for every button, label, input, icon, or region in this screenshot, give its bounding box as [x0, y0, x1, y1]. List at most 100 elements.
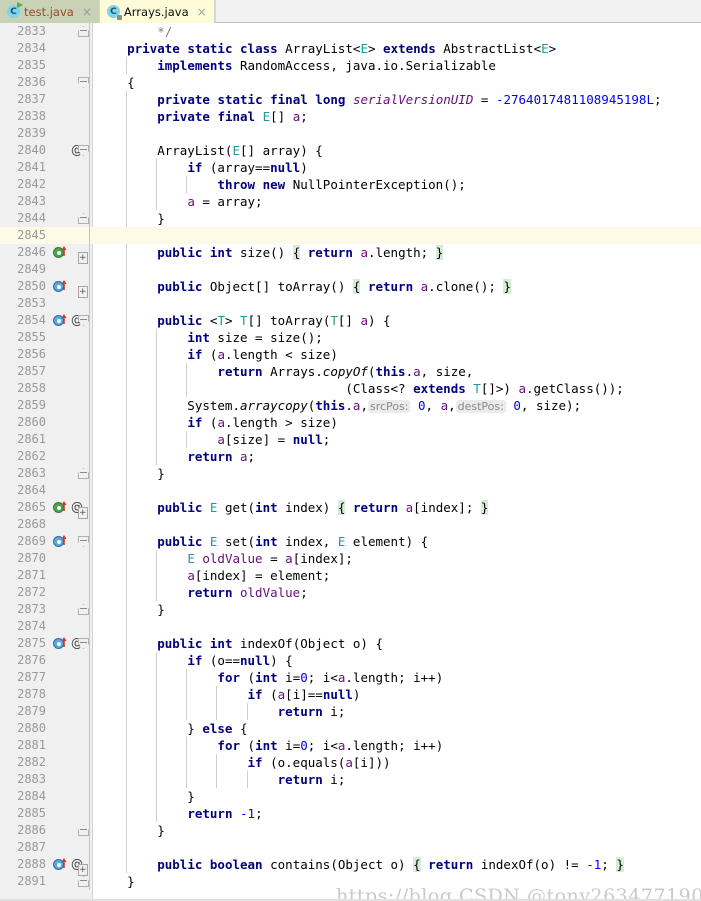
code-line[interactable]: 2869 public E set(int index, E element) … — [0, 533, 701, 550]
code-editor[interactable]: 2833 */2834 private static class ArrayLi… — [0, 23, 701, 901]
code-text[interactable]: return a; — [93, 448, 701, 465]
code-line[interactable]: 2843 a = array; — [0, 193, 701, 210]
code-line[interactable]: 2873 } — [0, 601, 701, 618]
code-line[interactable]: 2883 return i; — [0, 771, 701, 788]
code-line[interactable]: 2884 } — [0, 788, 701, 805]
code-line[interactable]: 2868 — [0, 516, 701, 533]
code-text[interactable]: } else { — [93, 720, 701, 737]
code-line[interactable]: 2855 int size = size(); — [0, 329, 701, 346]
code-line[interactable]: 2874 — [0, 618, 701, 635]
code-line[interactable]: 2880 } else { — [0, 720, 701, 737]
fold-collapse-end-icon[interactable] — [78, 876, 89, 887]
code-line[interactable]: 2846 + public int size() { return a.lengt… — [0, 244, 701, 264]
code-line[interactable]: 2856 if (a.length < size) — [0, 346, 701, 363]
code-text[interactable]: for (int i=0; i<a.length; i++) — [93, 737, 701, 754]
code-line[interactable]: 2850 + public Object[] toArray() { return… — [0, 278, 701, 298]
fold-expand-icon[interactable]: + — [78, 859, 89, 876]
code-text[interactable]: public boolean contains(Object o) { retu… — [93, 856, 701, 873]
tab-test-java[interactable]: C test.java × — [0, 0, 100, 23]
code-text[interactable]: a[size] = null; — [93, 431, 701, 448]
fold-collapse-start-icon[interactable] — [78, 638, 89, 649]
fold-collapse-end-icon[interactable] — [78, 825, 89, 836]
fold-collapse-start-icon[interactable] — [78, 145, 89, 156]
code-text[interactable]: } — [93, 601, 701, 618]
code-text[interactable]: public Object[] toArray() { return a.clo… — [93, 278, 701, 295]
code-line[interactable]: 2854 @ public <T> T[] toArray(T[] a) { — [0, 312, 701, 329]
code-text[interactable]: } — [93, 788, 701, 805]
code-line[interactable]: 2849 — [0, 261, 701, 278]
tab-arrays-java[interactable]: C Arrays.java × — [99, 0, 215, 23]
code-line[interactable]: 2836 { — [0, 74, 701, 91]
fold-collapse-end-icon[interactable] — [78, 604, 89, 615]
code-text[interactable]: return Arrays.copyOf(this.a, size, — [93, 363, 701, 380]
code-line[interactable]: 2871 a[index] = element; — [0, 567, 701, 584]
code-line[interactable]: 2886 } — [0, 822, 701, 839]
code-line[interactable]: 2865 @ + public E get(int index) { return … — [0, 499, 701, 519]
code-line[interactable]: 2833 */ — [0, 23, 701, 40]
code-line[interactable]: 2885 return -1; — [0, 805, 701, 822]
code-line[interactable]: 2839 — [0, 125, 701, 142]
implementing-method-icon[interactable] — [53, 246, 67, 259]
code-text[interactable]: for (int i=0; i<a.length; i++) — [93, 669, 701, 686]
code-text[interactable]: */ — [93, 23, 701, 40]
code-text[interactable]: a[index] = element; — [93, 567, 701, 584]
code-line[interactable]: 2861 a[size] = null; — [0, 431, 701, 448]
code-line[interactable]: 2840 @ ArrayList(E[] array) { — [0, 142, 701, 159]
code-line[interactable]: 2860 if (a.length > size) — [0, 414, 701, 431]
code-text[interactable]: public int indexOf(Object o) { — [93, 635, 701, 652]
code-line[interactable]: 2858 (Class<? extends T[]>) a.getClass()… — [0, 380, 701, 397]
code-line[interactable]: 2872 return oldValue; — [0, 584, 701, 601]
fold-collapse-start-icon[interactable] — [78, 315, 89, 326]
code-line[interactable]: 2887 — [0, 839, 701, 856]
code-line[interactable]: 2853 — [0, 295, 701, 312]
code-text[interactable]: private final E[] a; — [93, 108, 701, 125]
code-text[interactable]: return i; — [93, 771, 701, 788]
implementing-method-icon[interactable] — [53, 501, 67, 514]
code-line[interactable]: 2875 @ public int indexOf(Object o) { — [0, 635, 701, 652]
code-text[interactable]: public int size() { return a.length; } — [93, 244, 701, 261]
tab-close-icon[interactable]: × — [81, 6, 93, 18]
code-text[interactable]: E oldValue = a[index]; — [93, 550, 701, 567]
code-lines-container[interactable]: 2833 */2834 private static class ArrayLi… — [0, 23, 701, 901]
code-line[interactable]: 2845 — [0, 227, 701, 244]
code-line[interactable]: 2835 implements RandomAccess, java.io.Se… — [0, 57, 701, 74]
code-text[interactable]: { — [93, 74, 701, 91]
overriding-method-icon[interactable] — [53, 280, 67, 293]
code-text[interactable]: a = array; — [93, 193, 701, 210]
code-line[interactable]: 2857 return Arrays.copyOf(this.a, size, — [0, 363, 701, 380]
code-line[interactable]: 2838 private final E[] a; — [0, 108, 701, 125]
code-line[interactable]: 2862 return a; — [0, 448, 701, 465]
code-text[interactable]: return i; — [93, 703, 701, 720]
fold-expand-icon[interactable]: + — [78, 502, 89, 519]
code-text[interactable]: ArrayList(E[] array) { — [93, 142, 701, 159]
overriding-method-icon[interactable] — [53, 858, 67, 871]
code-text[interactable]: if (a[i]==null) — [93, 686, 701, 703]
code-line[interactable]: 2834 private static class ArrayList<E> e… — [0, 40, 701, 57]
code-text[interactable]: if (a.length > size) — [93, 414, 701, 431]
code-text[interactable]: if (a.length < size) — [93, 346, 701, 363]
code-text[interactable]: if (array==null) — [93, 159, 701, 176]
fold-collapse-end-icon[interactable] — [78, 213, 89, 224]
code-text[interactable]: } — [93, 465, 701, 482]
code-text[interactable]: throw new NullPointerException(); — [93, 176, 701, 193]
fold-collapse-start-icon[interactable] — [78, 536, 89, 547]
code-text[interactable]: } — [93, 210, 701, 227]
code-text[interactable]: public <T> T[] toArray(T[] a) { — [93, 312, 701, 329]
code-text[interactable]: System.arraycopy(this.a, srcPos: 0, a, des… — [93, 397, 701, 415]
code-line[interactable]: 2859 System.arraycopy(this.a, srcPos: 0, … — [0, 397, 701, 414]
code-line[interactable]: 2877 for (int i=0; i<a.length; i++) — [0, 669, 701, 686]
code-line[interactable]: 2842 throw new NullPointerException(); — [0, 176, 701, 193]
code-text[interactable]: return oldValue; — [93, 584, 701, 601]
code-line[interactable]: 2888 @ + public boolean contains(Object o)… — [0, 856, 701, 876]
code-text[interactable]: private static class ArrayList<E> extend… — [93, 40, 701, 57]
code-text[interactable]: if (o.equals(a[i])) — [93, 754, 701, 771]
code-text[interactable]: public E get(int index) { return a[index… — [93, 499, 701, 516]
code-line[interactable]: 2876 if (o==null) { — [0, 652, 701, 669]
code-line[interactable]: 2879 return i; — [0, 703, 701, 720]
code-text[interactable]: implements RandomAccess, java.io.Seriali… — [93, 57, 701, 74]
code-text[interactable]: private static final long serialVersionU… — [93, 91, 701, 108]
code-line[interactable]: 2864 — [0, 482, 701, 499]
code-line[interactable]: 2844 } — [0, 210, 701, 227]
code-text[interactable]: (Class<? extends T[]>) a.getClass()); — [93, 380, 701, 397]
code-text[interactable]: int size = size(); — [93, 329, 701, 346]
